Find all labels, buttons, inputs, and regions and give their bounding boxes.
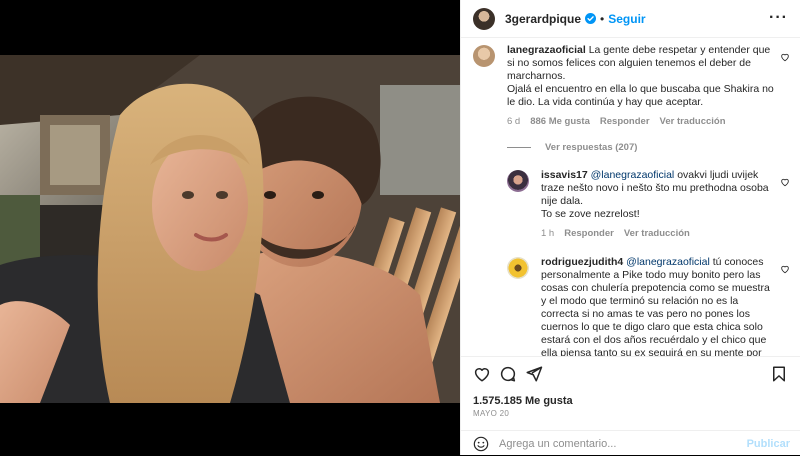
publish-button[interactable]: Publicar — [747, 438, 790, 450]
heart-icon[interactable] — [473, 365, 491, 383]
emoji-icon[interactable] — [473, 436, 489, 452]
comments-list[interactable]: lanegrazaoficial La gente debe respetar … — [461, 38, 800, 356]
post-date[interactable]: MAYO 20 — [473, 409, 509, 418]
share-icon[interactable] — [525, 365, 543, 383]
post-photo[interactable] — [0, 55, 460, 403]
comment-meta: 1 h Responder Ver traducción — [541, 227, 777, 240]
reply-comment: issavis17 @lanegrazaoficial ovakvi ljudi… — [507, 169, 800, 240]
view-replies-label: Ver respuestas (207) — [545, 142, 638, 153]
action-icons — [471, 365, 790, 387]
commenter-username[interactable]: issavis17 — [541, 169, 588, 181]
post-likes-count[interactable]: 1.575.185 Me gusta — [473, 395, 573, 407]
commenter-avatar[interactable] — [507, 257, 529, 279]
post-side-panel: 3gerardpique • Seguir ··· lanegrazaofici… — [460, 0, 800, 455]
more-options-icon[interactable]: ··· — [769, 10, 788, 26]
mention-link[interactable]: @lanegrazaoficial — [626, 256, 710, 268]
commenter-avatar[interactable] — [507, 170, 529, 192]
comment-meta: 6 d 886 Me gusta Responder Ver traducció… — [507, 115, 777, 128]
author-username[interactable]: 3gerardpique — [505, 12, 581, 26]
comment: lanegrazaoficial La gente debe respetar … — [473, 44, 800, 128]
comment-input[interactable] — [499, 437, 739, 450]
reply-button[interactable]: Responder — [564, 227, 614, 240]
commenter-avatar[interactable] — [473, 45, 495, 67]
verified-badge-icon — [585, 13, 597, 24]
view-replies-toggle[interactable]: Ver respuestas (207) — [507, 142, 800, 153]
comment-body: issavis17 @lanegrazaoficial ovakvi ljudi… — [541, 169, 777, 240]
commenter-username[interactable]: rodriguezjudith4 — [541, 256, 623, 268]
post-actions: 1.575.185 Me gusta MAYO 20 Publicar — [461, 356, 800, 455]
translate-button[interactable]: Ver traducción — [624, 227, 690, 240]
comment-time[interactable]: 1 h — [541, 227, 554, 240]
selfie-image — [0, 55, 460, 403]
comment-time[interactable]: 6 d — [507, 115, 520, 128]
comment-text: tú conoces personalmente a Pike todo muy… — [541, 256, 770, 356]
comment-icon[interactable] — [499, 365, 517, 383]
follow-button[interactable]: Seguir — [608, 12, 645, 26]
comment-text-continued: To se zove nezrelost! — [541, 208, 640, 220]
comment-composer: Publicar — [461, 430, 800, 456]
comment-body: lanegrazaoficial La gente debe respetar … — [507, 44, 777, 128]
translate-button[interactable]: Ver traducción — [660, 115, 726, 128]
reply-comment: rodriguezjudith4 @lanegrazaoficial tú co… — [507, 256, 800, 356]
replies-divider — [507, 147, 531, 148]
instagram-post-modal: 3gerardpique • Seguir ··· lanegrazaofici… — [0, 0, 800, 455]
comment-heart-icon[interactable] — [780, 264, 790, 274]
bookmark-icon[interactable] — [770, 365, 788, 383]
reply-button[interactable]: Responder — [600, 115, 650, 128]
comment-heart-icon[interactable] — [780, 177, 790, 187]
header-separator: • — [600, 11, 605, 26]
post-header: 3gerardpique • Seguir ··· — [461, 0, 800, 38]
comment-text-continued: Ojalá el encuentro en ella lo que buscab… — [507, 83, 774, 108]
comment-heart-icon[interactable] — [780, 52, 790, 62]
mention-link[interactable]: @lanegrazaoficial — [591, 169, 675, 181]
commenter-username[interactable]: lanegrazaoficial — [507, 44, 586, 56]
comment-likes[interactable]: 886 Me gusta — [530, 115, 590, 128]
post-media — [0, 0, 460, 455]
author-avatar[interactable] — [473, 7, 495, 30]
comment-body: rodriguezjudith4 @lanegrazaoficial tú co… — [541, 256, 777, 356]
